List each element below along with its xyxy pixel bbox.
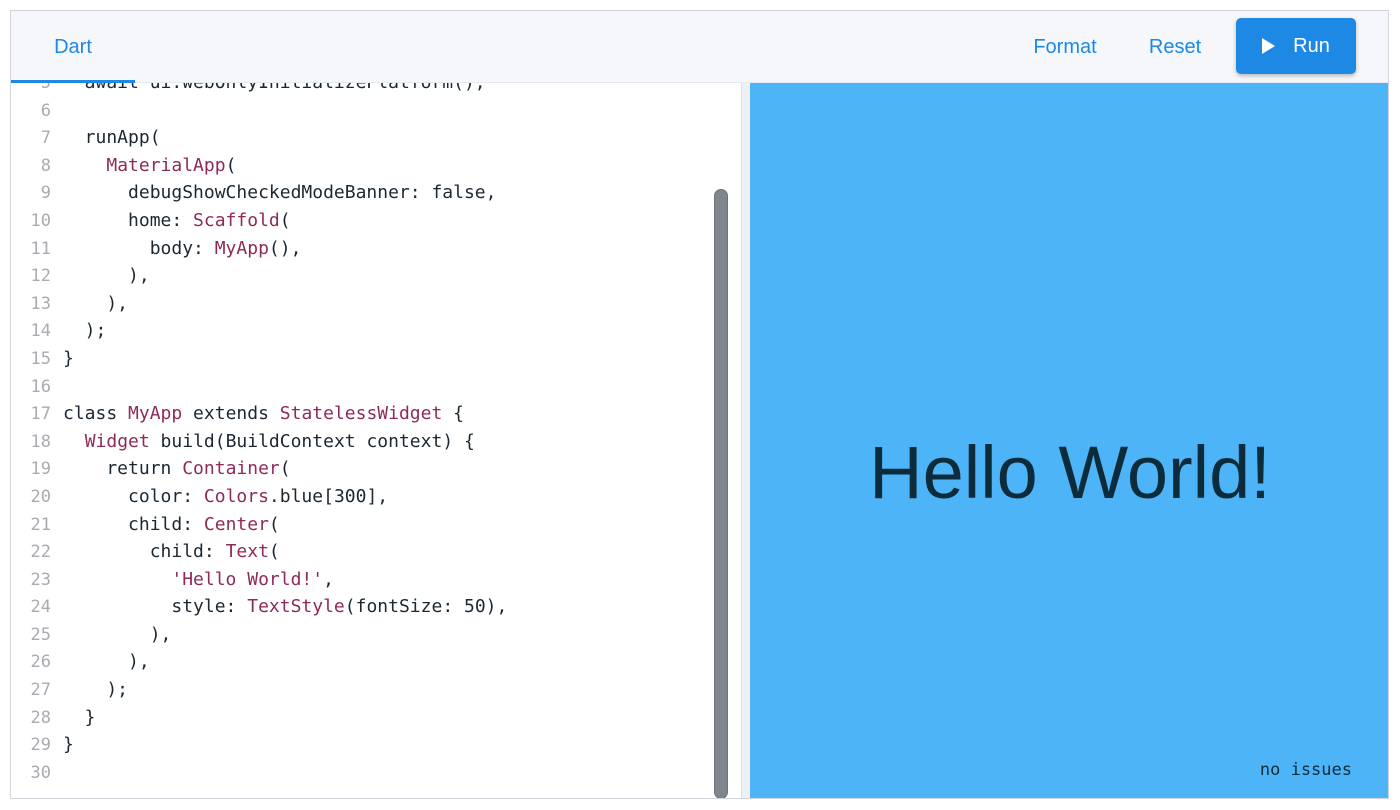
line-code: child: Center( bbox=[63, 513, 280, 535]
code-line[interactable]: 26 ), bbox=[11, 648, 711, 676]
line-number: 18 bbox=[30, 431, 51, 452]
line-code: await ui.webOnlyInitializePlatform(); bbox=[63, 83, 486, 97]
line-code: ), bbox=[63, 651, 150, 673]
line-number: 17 bbox=[30, 404, 51, 425]
line-number: 10 bbox=[30, 210, 51, 231]
code-line[interactable]: 30 bbox=[11, 759, 711, 787]
line-code: } bbox=[63, 706, 96, 728]
editor-scrollbar-thumb[interactable] bbox=[714, 189, 728, 798]
code-line[interactable]: 5 await ui.webOnlyInitializePlatform(); bbox=[11, 83, 711, 97]
tab-dart-label: Dart bbox=[54, 35, 92, 58]
play-icon bbox=[1262, 38, 1276, 54]
line-code: MaterialApp( bbox=[106, 154, 237, 176]
line-code: ), bbox=[63, 265, 150, 287]
line-number: 22 bbox=[30, 542, 51, 563]
line-code: ), bbox=[63, 292, 129, 314]
line-code: home: Scaffold( bbox=[63, 209, 291, 231]
line-code: debugShowCheckedModeBanner: false, bbox=[63, 182, 497, 204]
reset-button[interactable]: Reset bbox=[1133, 27, 1217, 67]
code-line[interactable]: 27 ); bbox=[11, 676, 711, 704]
code-line[interactable]: 13 ), bbox=[11, 290, 711, 318]
run-button-label: Run bbox=[1293, 34, 1330, 57]
line-code: class MyApp extends StatelessWidget { bbox=[63, 403, 465, 425]
issues-status[interactable]: no issues bbox=[1260, 760, 1352, 780]
toolbar: Dart Format Reset Run bbox=[11, 11, 1388, 83]
line-number: 27 bbox=[30, 680, 51, 701]
code-line[interactable]: 16 bbox=[11, 373, 711, 401]
line-number: 30 bbox=[30, 762, 51, 783]
line-number: 20 bbox=[30, 486, 51, 507]
line-code: color: Colors.blue[300], bbox=[63, 485, 389, 507]
code-line[interactable]: 15} bbox=[11, 345, 711, 373]
line-code: Widget build(BuildContext context) { bbox=[84, 430, 475, 452]
code-lines[interactable]: 5 await ui.webOnlyInitializePlatform(); 6… bbox=[11, 83, 711, 786]
line-number: 16 bbox=[30, 376, 51, 397]
line-number: 25 bbox=[30, 624, 51, 645]
line-code: child: Text( bbox=[63, 541, 280, 563]
line-number: 6 bbox=[40, 100, 51, 121]
code-line[interactable]: 29} bbox=[11, 731, 711, 759]
line-number: 28 bbox=[30, 707, 51, 728]
code-line[interactable]: 14 ); bbox=[11, 317, 711, 345]
line-number: 26 bbox=[30, 652, 51, 673]
line-code: ), bbox=[63, 623, 172, 645]
code-line[interactable]: 11 body: MyApp(), bbox=[11, 235, 711, 263]
line-number: 21 bbox=[30, 514, 51, 535]
code-line[interactable]: 23 'Hello World!', bbox=[11, 566, 711, 594]
code-line[interactable]: 6 bbox=[11, 97, 711, 125]
line-number: 8 bbox=[40, 155, 51, 176]
output-preview: Hello World! no issues bbox=[750, 83, 1388, 798]
editor-scrollbar[interactable] bbox=[714, 189, 728, 798]
line-code: runApp( bbox=[63, 127, 161, 149]
panel-splitter[interactable] bbox=[741, 83, 750, 798]
dartpad-window: Dart Format Reset Run 5 await ui.webOnly… bbox=[10, 10, 1389, 799]
line-number: 5 bbox=[40, 83, 51, 93]
line-code: } bbox=[63, 347, 74, 369]
line-number: 13 bbox=[30, 293, 51, 314]
line-number: 24 bbox=[30, 597, 51, 618]
code-line[interactable]: 19 return Container( bbox=[11, 455, 711, 483]
code-line[interactable]: 7 runApp( bbox=[11, 124, 711, 152]
code-line[interactable]: 18 Widget build(BuildContext context) { bbox=[11, 428, 711, 456]
code-line[interactable]: 24 style: TextStyle(fontSize: 50), bbox=[11, 593, 711, 621]
line-number: 11 bbox=[30, 238, 51, 259]
line-code: body: MyApp(), bbox=[63, 237, 302, 259]
line-number: 14 bbox=[30, 321, 51, 342]
line-number: 9 bbox=[40, 183, 51, 204]
line-code: } bbox=[63, 734, 74, 756]
code-line[interactable]: 22 child: Text( bbox=[11, 538, 711, 566]
line-code: 'Hello World!', bbox=[171, 568, 334, 590]
code-line[interactable]: 10 home: Scaffold( bbox=[11, 207, 711, 235]
code-line[interactable]: 21 child: Center( bbox=[11, 511, 711, 539]
format-button[interactable]: Format bbox=[1015, 27, 1115, 67]
line-number: 29 bbox=[30, 735, 51, 756]
code-line[interactable]: 9 debugShowCheckedModeBanner: false, bbox=[11, 179, 711, 207]
code-line[interactable]: 28 } bbox=[11, 704, 711, 732]
line-code: style: TextStyle(fontSize: 50), bbox=[63, 596, 508, 618]
line-number: 12 bbox=[30, 266, 51, 287]
line-code: ); bbox=[63, 320, 107, 342]
code-editor[interactable]: 5 await ui.webOnlyInitializePlatform(); 6… bbox=[11, 83, 741, 798]
line-number: 7 bbox=[40, 128, 51, 149]
line-number: 19 bbox=[30, 459, 51, 480]
code-line[interactable]: 20 color: Colors.blue[300], bbox=[11, 483, 711, 511]
line-code: ); bbox=[63, 679, 129, 701]
line-code: return Container( bbox=[63, 458, 291, 480]
code-line[interactable]: 12 ), bbox=[11, 262, 711, 290]
tab-dart[interactable]: Dart bbox=[11, 11, 135, 83]
preview-hello-text: Hello World! bbox=[869, 431, 1271, 514]
code-line[interactable]: 17 class MyApp extends StatelessWidget { bbox=[11, 400, 711, 428]
line-number: 23 bbox=[30, 569, 51, 590]
run-button[interactable]: Run bbox=[1236, 18, 1356, 74]
code-line[interactable]: 25 ), bbox=[11, 621, 711, 649]
line-number: 15 bbox=[30, 348, 51, 369]
code-line[interactable]: 8 MaterialApp( bbox=[11, 152, 711, 180]
